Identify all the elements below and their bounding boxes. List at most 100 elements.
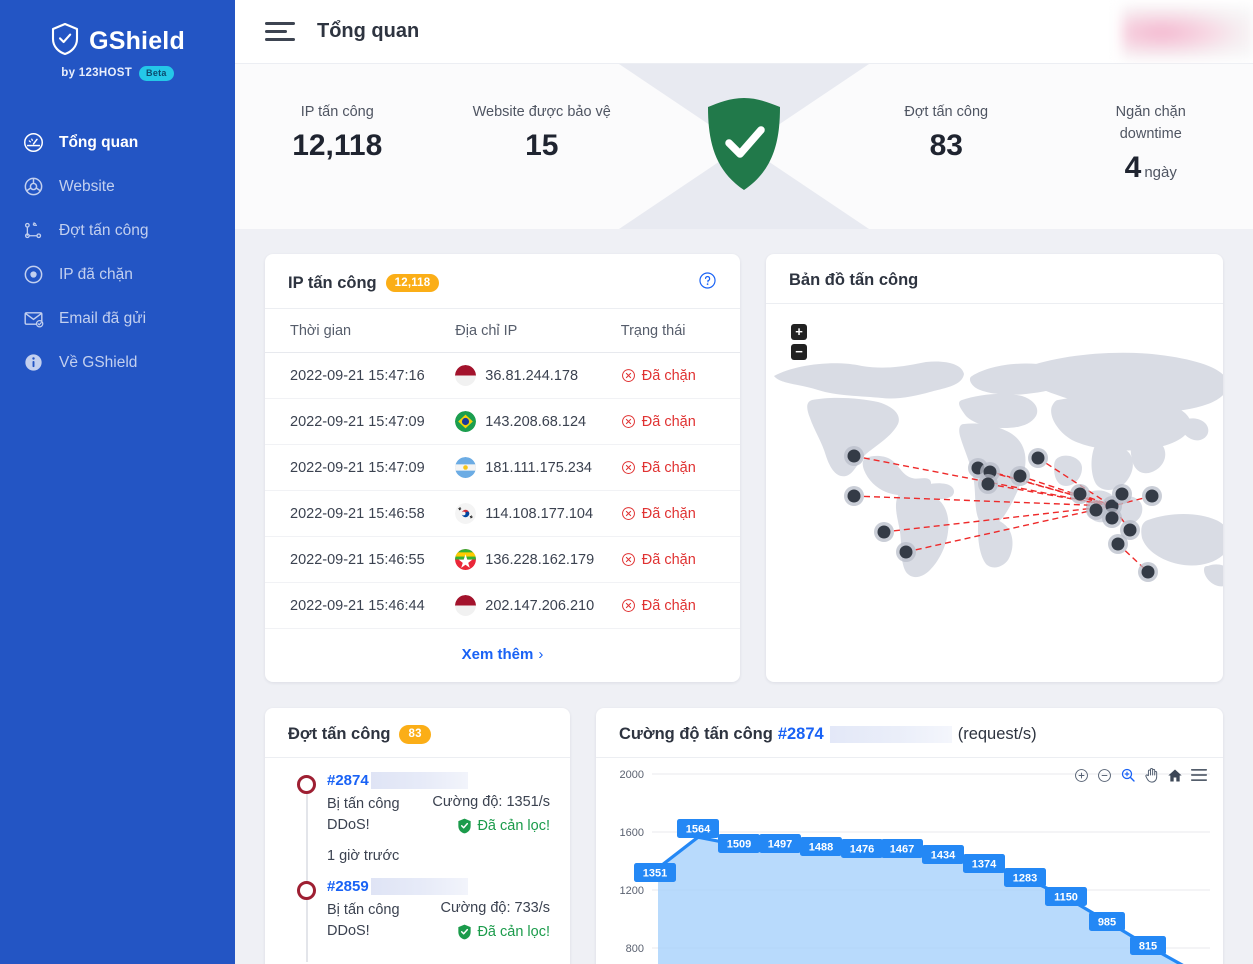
see-more-label: Xem thêm [461, 646, 534, 663]
episode-id-link[interactable]: #2874 [327, 772, 369, 789]
data-label: 985 [1089, 912, 1125, 931]
episodes-title-text: Đợt tấn công [288, 725, 391, 743]
sidebar-item-website[interactable]: Website [0, 165, 235, 209]
stat-label: Website được bảo vệ [472, 104, 611, 120]
episode-rate: Cường độ: 733/s [440, 900, 550, 916]
zoom-out-icon[interactable] [1097, 768, 1112, 783]
sidebar-nav: Tổng quan Website Đợt tấn công IP đã chặ… [0, 121, 235, 385]
ip-card-title: IP tấn công 12,118 [288, 274, 440, 293]
main-content: Tổng quan IP tấn công 12,118 Website đượ… [235, 0, 1253, 964]
table-row[interactable]: 2022-09-21 15:47:09 143.208.68.124 Đã ch… [265, 398, 740, 445]
panning-icon[interactable] [1144, 767, 1159, 783]
hamburger-icon[interactable] [265, 21, 295, 43]
cell-ip: 143.208.68.124 [455, 398, 621, 445]
status-text: Đã chặn [641, 551, 696, 568]
svg-text:985: 985 [1098, 917, 1116, 929]
attack-intensity-chart: 2000 1600 1200 800 1351 1564 1509 1497 1… [620, 769, 1210, 964]
menu-icon[interactable] [1191, 768, 1207, 782]
svg-text:1509: 1509 [727, 839, 751, 851]
cell-time: 2022-09-21 15:47:09 [265, 398, 456, 445]
data-label: 1283 [1004, 868, 1046, 887]
data-label: 1351 [634, 863, 676, 882]
episode-timestamp: 1 giờ trước [327, 848, 400, 864]
cell-status: Đã chặn [620, 444, 740, 491]
stat-label: IP tấn công [300, 104, 374, 120]
episodes-card-title: Đợt tấn công 83 [288, 725, 431, 744]
beta-badge: Beta [139, 66, 174, 81]
mail-icon [22, 308, 44, 330]
cell-status: Đã chặn [620, 490, 740, 537]
map-zoom-in-button[interactable]: + [791, 324, 807, 340]
table-row[interactable]: 2022-09-21 15:46:44 202.147.206.210 Đã c… [265, 582, 740, 629]
cell-time: 2022-09-21 15:46:55 [265, 536, 456, 583]
avatar[interactable] [1122, 6, 1253, 59]
map-zoom-out-button[interactable]: − [791, 344, 807, 360]
brand-logo[interactable]: GShield [0, 22, 235, 61]
table-row[interactable]: 2022-09-21 15:47:16 36.81.244.178 Đã chặ… [265, 352, 740, 399]
stat-value: 4 ngày [1124, 151, 1177, 184]
episode-filtered-status: Đã cản lọc! [440, 924, 550, 940]
sidebar-item-label: Website [59, 177, 115, 195]
sidebar-item-email-da-gui[interactable]: Email đã gửi [0, 297, 235, 341]
svg-text:1434: 1434 [931, 850, 956, 862]
ip-address: 114.108.177.104 [485, 505, 594, 522]
chart-redacted-name [829, 726, 952, 743]
cell-ip: 114.108.177.104 [455, 490, 621, 537]
column-header-ip: Địa chỉ IP [455, 309, 621, 353]
sidebar-item-dot-tan-cong[interactable]: Đợt tấn công [0, 209, 235, 253]
table-row[interactable]: 2022-09-21 15:46:55 136.228.162.179 Đã c… [265, 536, 740, 583]
see-more-link[interactable]: Xem thêm › [265, 629, 740, 682]
attack-map[interactable]: + − [766, 304, 1223, 604]
episode-filtered-text: Đã cản lọc! [477, 818, 550, 834]
chart-units: (request/s) [957, 725, 1037, 743]
reset-home-icon[interactable] [1167, 768, 1183, 783]
ip-attack-table: Thời gian Địa chỉ IP Trạng thái 2022-09-… [265, 309, 740, 629]
stats-strip: IP tấn công 12,118 Website được bảo vệ 1… [235, 64, 1253, 229]
network-icon [22, 220, 44, 242]
status-badge: Đã chặn [621, 506, 715, 522]
blocked-circle-icon [621, 553, 635, 566]
column-header-time: Thời gian [265, 309, 456, 353]
argentina-flag [455, 457, 477, 478]
stat-label: Đợt tấn công [904, 104, 989, 120]
cell-ip: 181.111.175.234 [455, 444, 621, 491]
chart-episode-id[interactable]: #2874 [778, 725, 824, 744]
sidebar-item-ip-da-chan[interactable]: IP đã chặn [0, 253, 235, 297]
sidebar: GShield by 123HOST Beta Tổng quan Websit… [0, 0, 235, 964]
selection-zoom-icon[interactable] [1120, 767, 1136, 783]
data-label: 1374 [963, 854, 1005, 873]
episode-redacted-name [370, 772, 468, 789]
status-badge: Đã chặn [621, 552, 715, 568]
ip-address: 202.147.206.210 [485, 597, 595, 614]
ip-address: 181.111.175.234 [485, 459, 592, 476]
status-badge: Đã chặn [621, 368, 715, 384]
data-label: 1497 [759, 834, 801, 853]
indonesia-flag [455, 365, 477, 386]
episode-description: Bị tấn công DDoS! [327, 796, 400, 833]
table-row[interactable]: 2022-09-21 15:47:09 181.111.175.234 Đã c… [265, 444, 740, 491]
chart-toolbar [1074, 767, 1207, 783]
ip-attack-card: IP tấn công 12,118 Thời gian Địa chỉ IP … [265, 254, 740, 682]
blocked-circle-icon [621, 507, 635, 520]
list-item[interactable]: #2874 Bị tấn công DDoS! Cường độ: 1351/s… [265, 772, 570, 864]
question-circle-icon[interactable] [698, 271, 717, 295]
map-card-header: Bản đồ tấn công [766, 254, 1223, 304]
y-tick-label: 800 [626, 943, 644, 955]
brand-name: GShield [89, 27, 185, 55]
sidebar-item-ve-gshield[interactable]: Về GShield [0, 341, 235, 385]
sidebar-item-label: IP đã chặn [59, 265, 133, 283]
cell-ip: 36.81.244.178 [455, 352, 621, 399]
list-item[interactable]: #2859 Bị tấn công DDoS! Cường độ: 733/s … [265, 878, 570, 942]
table-row[interactable]: 2022-09-21 15:46:58 114.108.177.104 Đã c… [265, 490, 740, 537]
stat-website-duoc-bao-ve: Website được bảo vệ 15 [440, 101, 645, 163]
world-map-svg [774, 352, 1223, 587]
sidebar-item-tong-quan[interactable]: Tổng quan [0, 121, 235, 165]
zoom-in-icon[interactable] [1074, 768, 1089, 783]
timeline-dot-icon [297, 775, 316, 794]
status-text: Đã chặn [641, 367, 696, 384]
episode-id-link[interactable]: #2859 [327, 878, 369, 895]
south-korea-flag [455, 503, 477, 524]
app-root: GShield by 123HOST Beta Tổng quan Websit… [0, 0, 1253, 964]
ip-address: 136.228.162.179 [485, 551, 595, 568]
svg-text:1564: 1564 [686, 824, 711, 836]
